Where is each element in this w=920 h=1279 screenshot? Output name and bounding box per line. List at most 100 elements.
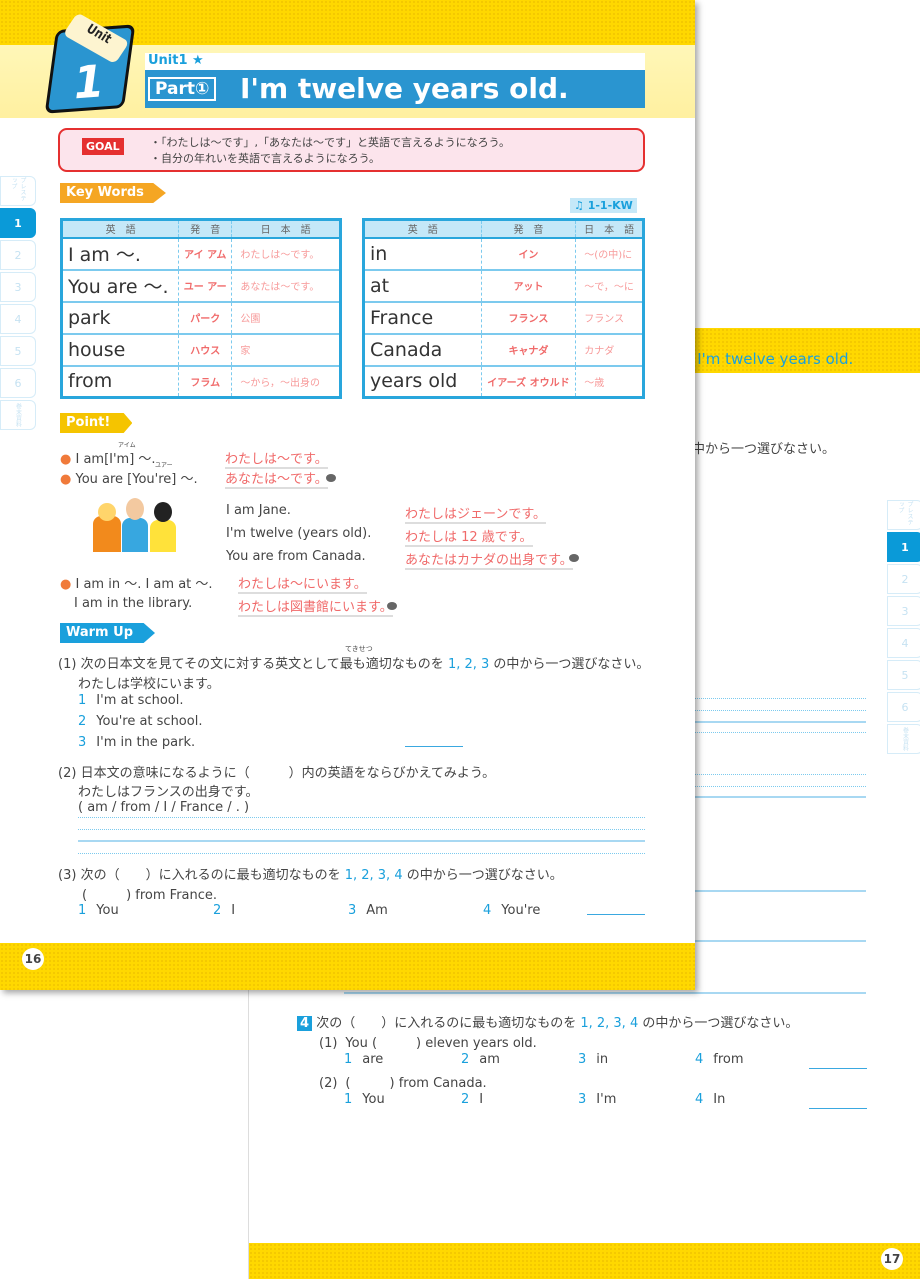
choice-text: I'm at school.	[96, 693, 184, 708]
page-number: 16	[22, 948, 44, 970]
choice-4: 4 In	[695, 1092, 726, 1107]
word-cell-pr: フランス	[481, 301, 577, 335]
audio-track[interactable]: ♫ 1-1-KW	[570, 198, 637, 213]
point-english: I am[I'm] ～.	[75, 452, 156, 467]
unit-tab-5[interactable]: 5	[0, 336, 36, 366]
word-cell-pr: アット	[481, 269, 577, 303]
word-cell-pr: イアーズ オウルド	[481, 365, 577, 399]
word-cell-pr: ハウス	[178, 333, 233, 367]
goal-flag: GOAL	[82, 138, 124, 155]
unit-tab-2[interactable]: 2	[887, 564, 920, 594]
column-header: 日 本 語	[575, 219, 644, 239]
example-japanese: わたしは 12 歳です。	[405, 526, 533, 547]
choice-text: You're	[501, 903, 541, 918]
word-cell-jp: ～歳	[575, 365, 644, 399]
word-cell-jp: ～から，～出身の	[231, 365, 341, 399]
question-4-1: (1) You ( ) eleven years old.	[319, 1032, 537, 1051]
unit-tab-1[interactable]: 1	[887, 532, 920, 562]
unit-tab-7[interactable]: 巻末資料	[887, 724, 920, 754]
item-text: ( ) from Canada.	[345, 1076, 487, 1091]
word-cell-en: I am ～.	[61, 237, 180, 271]
speaker-icon[interactable]	[387, 602, 397, 610]
column-header: 発 音	[481, 219, 577, 239]
example-japanese: わたしはジェーンです。	[405, 503, 547, 524]
footer-band: 16	[0, 943, 695, 990]
table-header: 英 語発 音日 本 語	[363, 219, 644, 239]
page-header-title: ① I'm twelve years old.	[679, 350, 854, 368]
choice-4: 4 from	[695, 1052, 744, 1067]
page-title: I'm twelve years old.	[240, 72, 569, 105]
choice-3: 3 I'm	[578, 1092, 617, 1107]
point-1: ● I am[I'm] ～.	[60, 452, 156, 467]
choice-2: 2I	[213, 903, 236, 918]
speaker-icon[interactable]	[326, 474, 336, 482]
choice-text: I	[231, 903, 236, 918]
unit-tab-5[interactable]: 5	[887, 660, 920, 690]
choice-3: 3 Am	[348, 903, 388, 918]
word-cell-pr: アイ アム	[178, 237, 233, 271]
column-header: 英 語	[61, 219, 180, 239]
column-header: 英 語	[363, 219, 482, 239]
unit-tab-1[interactable]: 1	[0, 208, 36, 238]
choice-text: You	[96, 903, 119, 918]
question-3: (3) 次の（ ）に入れるのに最も適切なものを 1, 2, 3, 4 の中から一…	[58, 868, 563, 883]
word-cell-jp: わたしは～です。	[231, 237, 341, 271]
unit-tab-2[interactable]: 2	[0, 240, 36, 270]
table-row: I am ～. アイ アム わたしは～です。	[61, 237, 341, 271]
word-cell-en: years old	[363, 365, 482, 399]
table-row: at アット ～で，～に	[363, 269, 644, 303]
choice-text: You	[362, 1092, 385, 1107]
choice-2: 2 You're at school.	[78, 714, 203, 729]
word-cell-pr: ユー アー	[178, 269, 233, 303]
choice-text: in	[596, 1052, 609, 1067]
unit-tab-7[interactable]: 巻末資料	[0, 400, 36, 430]
choice-1: 1 You	[78, 903, 119, 918]
choice-1: 1 You	[344, 1092, 385, 1107]
example-japanese: あなたはカナダの出身です。	[405, 549, 573, 570]
word-cell-en: park	[61, 301, 180, 335]
word-cell-en: from	[61, 365, 180, 399]
answer-blank[interactable]	[809, 1108, 867, 1109]
table-row: house ハウス家	[61, 333, 341, 367]
question-4-2: (2) ( ) from Canada.	[319, 1072, 487, 1091]
question-1: (1) 次の日本文を見てその文に対する英文として最も適切なものを 1, 2, 3…	[58, 657, 650, 672]
point-2: ● You are [You're] ～.	[60, 472, 198, 487]
choice-text: I	[479, 1092, 484, 1107]
choice-3: 3 I'm in the park.	[78, 735, 196, 750]
table-row: park パーク 公園	[61, 301, 341, 335]
unit-tab-3[interactable]: 3	[0, 272, 36, 302]
example-english: I am Jane.	[226, 503, 291, 518]
part-label: Part①	[148, 77, 217, 101]
question-4: 4 次の（ ）に入れるのに最も適切なものを 1, 2, 3, 4 の中から一つ選…	[297, 1012, 798, 1031]
answer-blank[interactable]	[809, 1068, 867, 1069]
unit-tab-0[interactable]: プレステップ	[887, 500, 920, 530]
unit-tab-4[interactable]: 4	[0, 304, 36, 334]
table-row: France フランス フランス	[363, 301, 644, 335]
word-cell-jp: 家	[231, 333, 341, 367]
speaker-icon[interactable]	[569, 554, 579, 562]
item-number: (2)	[319, 1076, 338, 1091]
point-3-japanese: わたしは～にいます。	[238, 573, 367, 594]
unit-tab-4[interactable]: 4	[887, 628, 920, 658]
word-cell-jp: 公園	[231, 301, 341, 335]
choice-text: I'm in the park.	[96, 735, 196, 750]
unit-tab-0[interactable]: プレステップ	[0, 176, 36, 206]
point-japanese: わたしは～です。	[225, 448, 328, 469]
unit-tab-6[interactable]: 6	[0, 368, 36, 398]
word-cell-jp: あなたは～です。	[231, 269, 341, 303]
unit-tab-6[interactable]: 6	[887, 692, 920, 722]
table-row: years old イアーズ オウルド ～歳	[363, 365, 644, 399]
column-header: 発 音	[178, 219, 233, 239]
choice-text: I'm	[596, 1092, 617, 1107]
word-cell-en: house	[61, 333, 180, 367]
choice-text: am	[479, 1052, 500, 1067]
question-2: (2) 日本文の意味になるように（ ）内の英語をならびかえてみよう。	[58, 766, 496, 781]
unit-label: Unit1 ★	[148, 53, 204, 68]
characters-illustration	[88, 498, 180, 553]
page-number: 17	[881, 1248, 903, 1270]
key-words-label: Key Words	[60, 183, 166, 203]
point-3-example-japanese: わたしは図書館にいます。	[238, 596, 393, 617]
unit-tab-3[interactable]: 3	[887, 596, 920, 626]
unit-badge: Unit 1	[44, 12, 136, 114]
choice-3: 3 in	[578, 1052, 609, 1067]
